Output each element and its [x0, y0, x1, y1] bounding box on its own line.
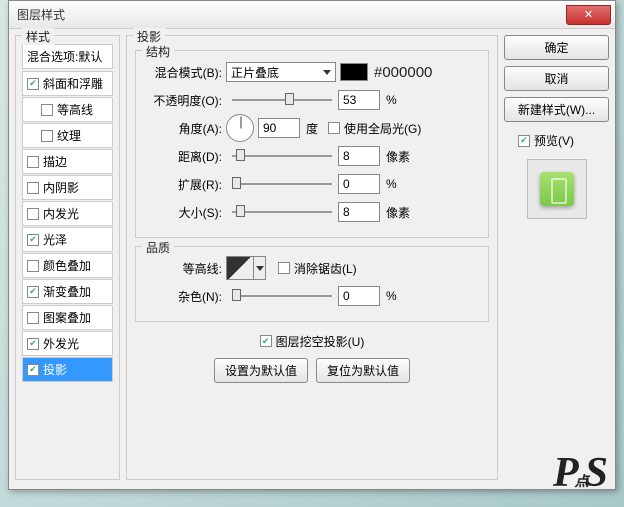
style-label: 描边: [43, 153, 67, 170]
style-item[interactable]: 纹理: [22, 123, 113, 148]
style-checkbox[interactable]: [27, 286, 39, 298]
window-title: 图层样式: [17, 6, 566, 23]
style-label: 外发光: [43, 335, 79, 352]
style-item[interactable]: 图案叠加: [22, 305, 113, 330]
angle-input[interactable]: 90: [258, 118, 300, 138]
contour-dropdown[interactable]: [254, 256, 266, 280]
noise-slider[interactable]: [232, 289, 332, 303]
style-item[interactable]: 光泽: [22, 227, 113, 252]
structure-fieldset: 结构 混合模式(B): 正片叠底 #000000 不透明度(O): 53: [135, 50, 489, 238]
antialias-checkbox[interactable]: [278, 262, 290, 274]
preview-chip-icon: [540, 172, 574, 206]
structure-legend: 结构: [142, 43, 174, 60]
style-checkbox[interactable]: [27, 182, 39, 194]
style-item[interactable]: 等高线: [22, 97, 113, 122]
angle-dial[interactable]: [226, 114, 254, 142]
new-style-button[interactable]: 新建样式(W)...: [504, 97, 609, 122]
chevron-down-icon: [256, 266, 264, 271]
style-checkbox[interactable]: [41, 130, 53, 142]
antialias-label: 消除锯齿(L): [294, 260, 357, 277]
quality-legend: 品质: [142, 239, 174, 256]
size-input[interactable]: 8: [338, 202, 380, 222]
style-label: 等高线: [57, 101, 93, 118]
style-item[interactable]: 斜面和浮雕: [22, 71, 113, 96]
style-label: 内发光: [43, 205, 79, 222]
style-item[interactable]: 描边: [22, 149, 113, 174]
knockout-checkbox[interactable]: [260, 335, 272, 347]
titlebar: 图层样式 ✕: [9, 1, 615, 29]
make-default-button[interactable]: 设置为默认值: [214, 358, 308, 383]
opacity-slider[interactable]: [232, 93, 332, 107]
distance-slider[interactable]: [232, 149, 332, 163]
styles-legend: 样式: [22, 28, 54, 45]
styles-fieldset: 样式 混合选项:默认 斜面和浮雕等高线纹理描边内阴影内发光光泽颜色叠加渐变叠加图…: [15, 35, 120, 480]
style-checkbox[interactable]: [27, 208, 39, 220]
size-label: 大小(S):: [144, 204, 226, 221]
opacity-input[interactable]: 53: [338, 90, 380, 110]
style-item[interactable]: 颜色叠加: [22, 253, 113, 278]
style-item[interactable]: 渐变叠加: [22, 279, 113, 304]
style-item[interactable]: 内阴影: [22, 175, 113, 200]
opacity-unit: %: [386, 93, 397, 107]
shadow-color-swatch[interactable]: [340, 63, 368, 81]
ok-button[interactable]: 确定: [504, 35, 609, 60]
distance-unit: 像素: [386, 148, 410, 165]
size-slider[interactable]: [232, 205, 332, 219]
style-checkbox[interactable]: [27, 234, 39, 246]
cancel-button[interactable]: 取消: [504, 66, 609, 91]
style-item[interactable]: 内发光: [22, 201, 113, 226]
contour-label: 等高线:: [144, 260, 226, 277]
style-item[interactable]: 投影: [22, 357, 113, 382]
style-checkbox[interactable]: [27, 338, 39, 350]
style-label: 投影: [43, 361, 67, 378]
opacity-label: 不透明度(O):: [144, 92, 226, 109]
angle-label: 角度(A):: [144, 120, 226, 137]
style-label: 纹理: [57, 127, 81, 144]
reset-default-button[interactable]: 复位为默认值: [316, 358, 410, 383]
distance-input[interactable]: 8: [338, 146, 380, 166]
contour-swatch[interactable]: [226, 256, 254, 280]
style-label: 渐变叠加: [43, 283, 91, 300]
noise-unit: %: [386, 289, 397, 303]
style-checkbox[interactable]: [27, 312, 39, 324]
global-light-label: 使用全局光(G): [344, 120, 421, 137]
style-checkbox[interactable]: [27, 260, 39, 272]
style-checkbox[interactable]: [41, 104, 53, 116]
preview-checkbox[interactable]: [518, 135, 530, 147]
style-label: 斜面和浮雕: [43, 75, 103, 92]
knockout-label: 图层挖空投影(U): [276, 333, 365, 350]
blend-mode-value: 正片叠底: [231, 64, 279, 81]
style-label: 颜色叠加: [43, 257, 91, 274]
style-checkbox[interactable]: [27, 364, 39, 376]
layer-style-dialog: 图层样式 ✕ 样式 混合选项:默认 斜面和浮雕等高线纹理描边内阴影内发光光泽颜色…: [8, 0, 616, 490]
style-label: 内阴影: [43, 179, 79, 196]
close-button[interactable]: ✕: [566, 5, 611, 25]
style-item[interactable]: 外发光: [22, 331, 113, 356]
quality-fieldset: 品质 等高线: 消除锯齿(L) 杂色(N): 0 %: [135, 246, 489, 322]
preview-thumbnail: [527, 159, 587, 219]
noise-input[interactable]: 0: [338, 286, 380, 306]
blend-mode-combo[interactable]: 正片叠底: [226, 62, 336, 82]
preview-label: 预览(V): [534, 132, 574, 149]
blend-mode-label: 混合模式(B):: [144, 64, 226, 81]
blend-options-header[interactable]: 混合选项:默认: [22, 44, 113, 69]
style-label: 光泽: [43, 231, 67, 248]
spread-label: 扩展(R):: [144, 176, 226, 193]
shadow-color-hex: #000000: [374, 64, 432, 81]
style-checkbox[interactable]: [27, 156, 39, 168]
size-unit: 像素: [386, 204, 410, 221]
style-checkbox[interactable]: [27, 78, 39, 90]
angle-unit: 度: [306, 120, 318, 137]
spread-input[interactable]: 0: [338, 174, 380, 194]
spread-unit: %: [386, 177, 397, 191]
chevron-down-icon: [323, 70, 331, 75]
spread-slider[interactable]: [232, 177, 332, 191]
noise-label: 杂色(N):: [144, 288, 226, 305]
distance-label: 距离(D):: [144, 148, 226, 165]
style-label: 图案叠加: [43, 309, 91, 326]
global-light-checkbox[interactable]: [328, 122, 340, 134]
shadow-fieldset: 投影 结构 混合模式(B): 正片叠底 #000000 不透明度(O):: [126, 35, 498, 480]
